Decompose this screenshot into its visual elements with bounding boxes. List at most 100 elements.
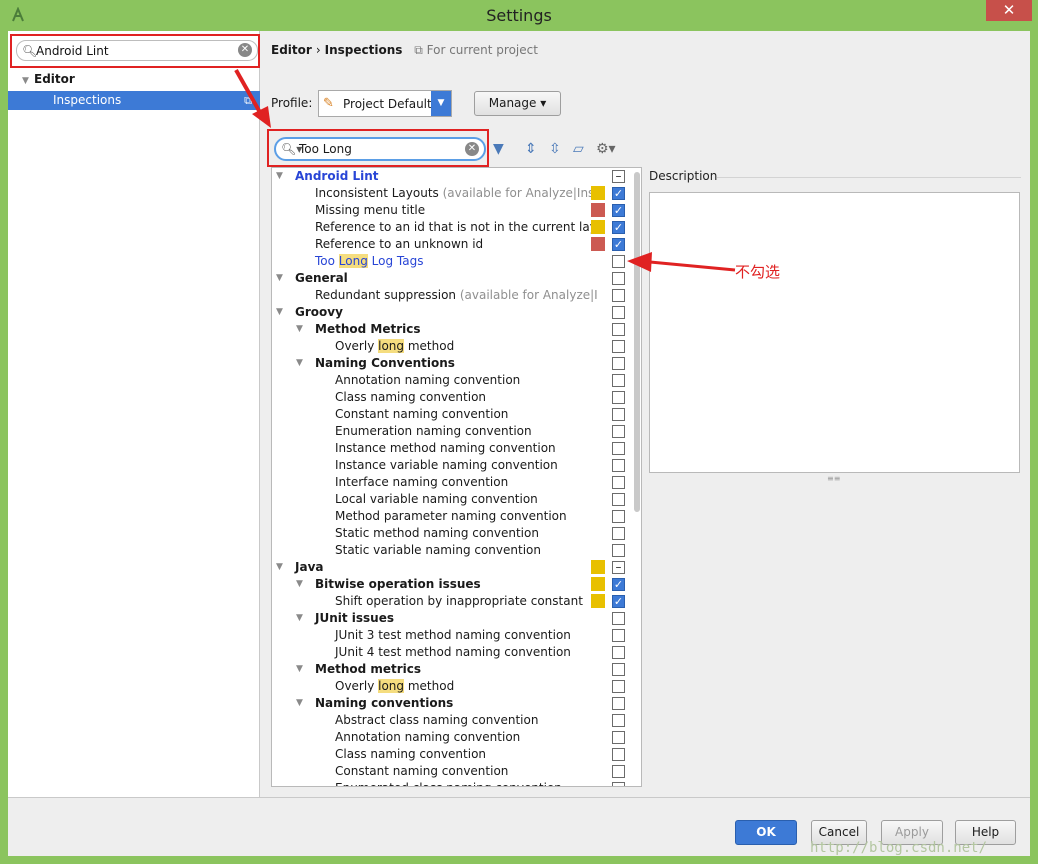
tree-row[interactable]: Constant naming convention [272,406,612,423]
tree-row[interactable]: Reference to an id that is not in the cu… [272,219,612,236]
tree-row[interactable]: Annotation naming convention [272,372,612,389]
inspection-checkbox[interactable]: ✓ [612,204,625,217]
inspection-checkbox[interactable]: ✓ [612,578,625,591]
expand-triangle-icon[interactable]: ▼ [276,168,283,185]
tree-group-row[interactable]: ▼ Java [272,559,612,576]
tree-group-row[interactable]: ▼ Groovy [272,304,612,321]
inspection-checkbox[interactable] [612,629,625,642]
expand-triangle-icon[interactable]: ▼ [296,321,303,338]
inspection-checkbox[interactable]: ✓ [612,187,625,200]
inspection-checkbox[interactable]: ✓ [612,221,625,234]
inspection-checkbox[interactable] [612,510,625,523]
inspection-checkbox[interactable] [612,544,625,557]
tree-row[interactable]: Instance variable naming convention [272,457,612,474]
inspection-checkbox[interactable] [612,391,625,404]
inspection-checkbox[interactable] [612,748,625,761]
tree-row[interactable]: Too Long Log Tags [272,253,612,270]
tree-row[interactable]: Class naming convention [272,746,612,763]
tree-group-row[interactable]: ▼ General [272,270,612,287]
expand-triangle-icon[interactable]: ▼ [276,270,283,287]
inspection-checkbox[interactable] [612,731,625,744]
tree-row[interactable]: Shift operation by inappropriate constan… [272,593,612,610]
close-button[interactable]: ✕ [986,0,1032,21]
expand-triangle-icon[interactable]: ▼ [276,559,283,576]
expand-triangle-icon[interactable]: ▼ [276,304,283,321]
expand-triangle-icon[interactable]: ▼ [296,355,303,372]
expand-triangle-icon[interactable]: ▼ [296,661,303,678]
settings-icon[interactable]: ⚙▾ [596,141,616,157]
tree-row[interactable]: Interface naming convention [272,474,612,491]
tree-group-row[interactable]: ▼ Naming Conventions [272,355,612,372]
inspection-checkbox[interactable]: – [612,561,625,574]
tree-group-row[interactable]: ▼ Bitwise operation issues [272,576,612,593]
inspection-checkbox[interactable] [612,714,625,727]
tree-group-row[interactable]: ▼ Android Lint [272,168,612,185]
tree-row[interactable]: Class naming convention [272,389,612,406]
inspection-checkbox[interactable] [612,272,625,285]
tree-row[interactable]: Missing menu title [272,202,612,219]
inspection-checkbox[interactable] [612,442,625,455]
inspection-checkbox[interactable]: ✓ [612,595,625,608]
tree-row[interactable]: Overly long method [272,678,612,695]
inspection-checkbox[interactable] [612,493,625,506]
tree-row[interactable]: Enumerated class naming convention [272,780,612,786]
reset-icon[interactable]: ▱ [573,141,584,157]
tree-group-row[interactable]: ▼ Method metrics [272,661,612,678]
tree-row[interactable]: Constant naming convention [272,763,612,780]
inspection-checkbox[interactable]: ✓ [612,238,625,251]
inspection-checkbox[interactable] [612,340,625,353]
chevron-down-icon[interactable]: ▼ [431,91,451,116]
inspection-checkbox[interactable] [612,697,625,710]
inspection-checkbox[interactable] [612,357,625,370]
tree-row[interactable]: Inconsistent Layouts (available for Anal… [272,185,612,202]
inspection-checkbox[interactable] [612,323,625,336]
tree-row[interactable]: Instance method naming convention [272,440,612,457]
tree-row[interactable]: Redundant suppression (available for Ana… [272,287,612,304]
inspection-checkbox[interactable] [612,646,625,659]
manage-button[interactable]: Manage ▾ [474,91,561,116]
expand-triangle-icon[interactable]: ▼ [296,695,303,712]
tree-group-row[interactable]: ▼ JUnit issues [272,610,612,627]
tree-row[interactable]: Abstract class naming convention [272,712,612,729]
tree-row[interactable]: Annotation naming convention [272,729,612,746]
sidebar-item-inspections[interactable]: Inspections ⧉ [8,91,260,110]
tree-row[interactable]: Enumeration naming convention [272,423,612,440]
inspection-checkbox[interactable] [612,408,625,421]
tree-row[interactable]: JUnit 3 test method naming convention [272,627,612,644]
expand-all-icon[interactable]: ⇕ [525,141,537,157]
tree-group-row[interactable]: ▼ Method Metrics [272,321,612,338]
tree-scrollbar[interactable] [634,172,640,512]
inspection-checkbox[interactable] [612,425,625,438]
inspection-checkbox[interactable] [612,374,625,387]
inspection-checkbox[interactable]: – [612,170,625,183]
inspection-checkbox[interactable] [612,663,625,676]
tree-row[interactable]: JUnit 4 test method naming convention [272,644,612,661]
resize-grip-icon[interactable]: ≡≡ [827,474,840,483]
tree-row[interactable]: Overly long method [272,338,612,355]
collapse-all-icon[interactable]: ⇳ [549,141,561,157]
inspection-checkbox[interactable] [612,289,625,302]
tree-row[interactable]: Local variable naming convention [272,491,612,508]
inspection-checkbox[interactable] [612,782,625,786]
pane-splitter[interactable] [642,167,648,787]
ok-button[interactable]: OK [735,820,797,845]
inspection-checkbox[interactable] [612,306,625,319]
inspection-checkbox[interactable] [612,476,625,489]
profile-dropdown[interactable]: ✎ Project Default ▼ [318,90,452,117]
inspection-checkbox[interactable] [612,765,625,778]
inspection-checkbox[interactable] [612,255,625,268]
sidebar-item-editor[interactable]: ▼ Editor [22,72,75,86]
tree-row[interactable]: Static method naming convention [272,525,612,542]
inspection-checkbox[interactable] [612,612,625,625]
expand-triangle-icon[interactable]: ▼ [22,76,34,86]
tree-row[interactable]: Method parameter naming convention [272,508,612,525]
inspection-checkbox[interactable] [612,680,625,693]
tree-row[interactable]: Static variable naming convention [272,542,612,559]
expand-triangle-icon[interactable]: ▼ [296,576,303,593]
expand-triangle-icon[interactable]: ▼ [296,610,303,627]
tree-row[interactable]: Reference to an unknown id [272,236,612,253]
tree-group-row[interactable]: ▼ Naming conventions [272,695,612,712]
filter-icon[interactable]: ▼ [493,141,504,157]
inspection-checkbox[interactable] [612,527,625,540]
inspection-checkbox[interactable] [612,459,625,472]
